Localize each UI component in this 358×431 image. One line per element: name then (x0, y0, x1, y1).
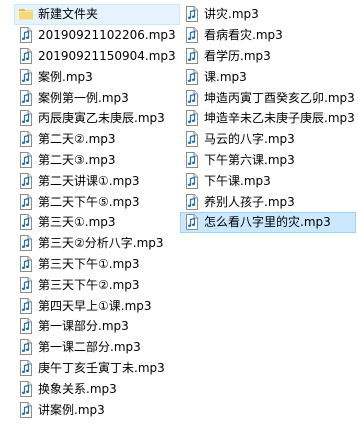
file-item[interactable]: 第三天①.mp3 (14, 212, 180, 233)
file-name-label: 第四天早上①课.mp3 (38, 298, 152, 313)
file-item[interactable]: 庚午丁亥壬寅丁未.mp3 (14, 358, 180, 379)
file-name-label: 第二天下午⑤.mp3 (38, 194, 140, 209)
audio-file-icon (20, 380, 32, 397)
audio-file-icon (20, 47, 32, 64)
audio-file-icon (186, 6, 198, 23)
audio-file-icon (20, 214, 32, 231)
audio-file-icon (186, 193, 198, 210)
file-name-label: 坤造辛未乙未庚子庚辰.mp3 (204, 111, 355, 126)
audio-file-icon (20, 131, 32, 148)
file-item[interactable]: 第二天讲课①.mp3 (14, 170, 180, 191)
file-name-label: 案例第一例.mp3 (38, 90, 129, 105)
file-name-label: 坤造丙寅丁酉癸亥乙卯.mp3 (204, 90, 355, 105)
file-item[interactable]: 第三天下午①.mp3 (14, 254, 180, 275)
file-name-label: 新建文件夹 (38, 7, 99, 22)
file-item[interactable]: 第一课部分.mp3 (14, 316, 180, 337)
audio-file-icon (20, 151, 32, 168)
file-name-label: 讲案例.mp3 (38, 402, 105, 417)
file-name-label: 换象关系.mp3 (38, 381, 117, 396)
file-name-label: 第三天②分析八字.mp3 (38, 236, 164, 251)
audio-file-icon (186, 68, 198, 85)
audio-file-icon (20, 172, 32, 189)
audio-file-icon (20, 401, 32, 418)
audio-file-icon (20, 359, 32, 376)
audio-file-icon (20, 235, 32, 252)
file-name-label: 怎么看八字里的灾.mp3 (204, 215, 331, 230)
audio-file-icon (20, 318, 32, 335)
file-name-label: 第二天③.mp3 (38, 152, 116, 167)
file-name-label: 案例.mp3 (38, 69, 93, 84)
audio-file-icon (20, 193, 32, 210)
audio-file-icon (20, 89, 32, 106)
file-name-label: 马云的八字.mp3 (204, 132, 295, 147)
file-item[interactable]: 换象关系.mp3 (14, 378, 180, 399)
file-item[interactable]: 课.mp3 (180, 66, 356, 87)
file-name-label: 讲灾.mp3 (204, 7, 259, 22)
file-name-label: 第三天①.mp3 (38, 215, 116, 230)
file-name-label: 看学历.mp3 (204, 48, 271, 63)
file-name-label: 养别人孩子.mp3 (204, 194, 295, 209)
file-item[interactable]: 怎么看八字里的灾.mp3 (180, 211, 356, 233)
audio-file-icon (20, 27, 32, 44)
file-item[interactable]: 20190921150904.mp3 (14, 46, 180, 67)
file-item[interactable]: 第三天②分析八字.mp3 (14, 233, 180, 254)
file-item[interactable]: 第三天下午②.mp3 (14, 274, 180, 295)
audio-file-icon (20, 339, 32, 356)
file-item[interactable]: 案例.mp3 (14, 66, 180, 87)
audio-file-icon (186, 110, 198, 127)
file-name-label: 第三天下午①.mp3 (38, 256, 140, 271)
audio-file-icon (20, 110, 32, 127)
file-name-label: 第一课二部分.mp3 (38, 340, 141, 355)
file-item[interactable]: 坤造丙寅丁酉癸亥乙卯.mp3 (180, 87, 356, 108)
audio-file-icon (20, 297, 32, 314)
file-name-label: 课.mp3 (204, 69, 247, 84)
audio-file-icon (20, 68, 32, 85)
folder-icon (19, 9, 33, 20)
file-item[interactable]: 看学历.mp3 (180, 46, 356, 67)
file-name-label: 第三天下午②.mp3 (38, 277, 140, 292)
file-name-label: 20190921150904.mp3 (38, 48, 176, 63)
file-item[interactable]: 看病看灾.mp3 (180, 25, 356, 46)
audio-file-icon (186, 131, 198, 148)
audio-file-icon (20, 255, 32, 272)
file-item[interactable]: 丙辰庚寅乙未庚辰.mp3 (14, 108, 180, 129)
file-name-label: 丙辰庚寅乙未庚辰.mp3 (38, 111, 165, 126)
file-name-label: 看病看灾.mp3 (204, 28, 283, 43)
file-list-view: 新建文件夹 20190921102206.mp3 20190921150904.mp… (0, 0, 358, 431)
file-item[interactable]: 第二天②.mp3 (14, 129, 180, 150)
audio-file-icon (20, 276, 32, 293)
file-name-label: 庚午丁亥壬寅丁未.mp3 (38, 360, 165, 375)
file-item[interactable]: 坤造辛未乙未庚子庚辰.mp3 (180, 108, 356, 129)
file-item[interactable]: 下午第六课.mp3 (180, 150, 356, 171)
file-item[interactable]: 第二天③.mp3 (14, 150, 180, 171)
file-item[interactable]: 讲案例.mp3 (14, 399, 180, 420)
file-item[interactable]: 下午课.mp3 (180, 170, 356, 191)
file-column-2: 讲灾.mp3 看病看灾.mp3 看学历.mp3 课.mp3 坤造丙寅丁酉癸亥乙卯.mp3… (180, 4, 356, 233)
file-name-label: 第二天讲课①.mp3 (38, 173, 140, 188)
file-item[interactable]: 案例第一例.mp3 (14, 87, 180, 108)
file-name-label: 第一课部分.mp3 (38, 319, 129, 334)
audio-file-icon (186, 172, 198, 189)
audio-file-icon (186, 47, 198, 64)
file-name-label: 第二天②.mp3 (38, 132, 116, 147)
file-name-label: 20190921102206.mp3 (38, 28, 176, 43)
file-item[interactable]: 第一课二部分.mp3 (14, 337, 180, 358)
audio-file-icon (186, 214, 198, 231)
file-item[interactable]: 第二天下午⑤.mp3 (14, 191, 180, 212)
file-item[interactable]: 养别人孩子.mp3 (180, 191, 356, 212)
audio-file-icon (186, 27, 198, 44)
file-item[interactable]: 马云的八字.mp3 (180, 129, 356, 150)
audio-file-icon (186, 151, 198, 168)
file-item[interactable]: 讲灾.mp3 (180, 4, 356, 25)
file-name-label: 下午课.mp3 (204, 173, 271, 188)
file-column-1: 新建文件夹 20190921102206.mp3 20190921150904.mp… (14, 4, 180, 420)
file-item[interactable]: 20190921102206.mp3 (14, 25, 180, 46)
folder-item[interactable]: 新建文件夹 (14, 4, 180, 25)
file-item[interactable]: 第四天早上①课.mp3 (14, 295, 180, 316)
audio-file-icon (186, 89, 198, 106)
file-name-label: 下午第六课.mp3 (204, 152, 295, 167)
